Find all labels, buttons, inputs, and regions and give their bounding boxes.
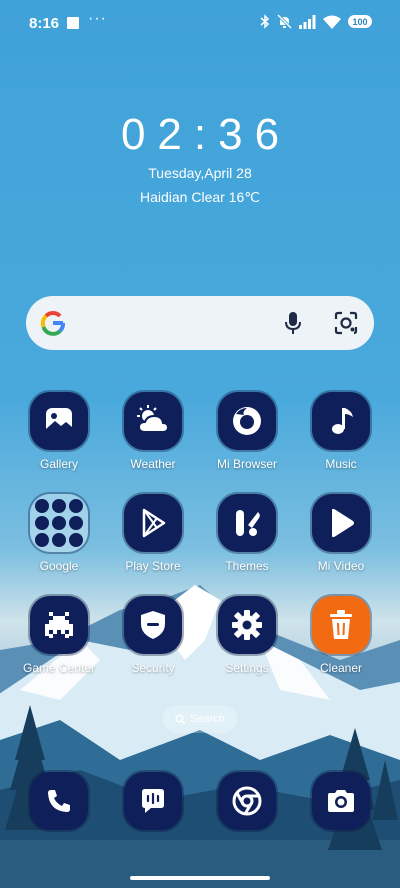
dock-phone[interactable] — [12, 772, 106, 830]
clock-date[interactable]: Tuesday,April 28 — [0, 165, 400, 181]
dock-camera[interactable] — [294, 772, 388, 830]
app-label: Music — [325, 457, 357, 471]
app-game-center[interactable]: Game Center — [12, 596, 106, 675]
app-label: Google — [39, 559, 79, 573]
status-time: 8:16 — [29, 15, 60, 32]
folder-icon — [30, 494, 88, 552]
app-security[interactable]: Security — [106, 596, 200, 675]
notification-icon — [67, 17, 79, 29]
play-store-icon — [124, 494, 182, 552]
music-icon — [312, 392, 370, 450]
dock-chrome[interactable] — [200, 772, 294, 830]
wifi-icon — [323, 15, 341, 29]
app-gallery[interactable]: Gallery — [12, 392, 106, 471]
dock-messages[interactable] — [106, 772, 200, 830]
clock-time[interactable]: 02:36 — [0, 110, 400, 160]
app-label: Settings — [225, 661, 269, 675]
video-icon — [312, 494, 370, 552]
app-settings[interactable]: Settings — [200, 596, 294, 675]
chrome-icon — [218, 772, 276, 830]
game-icon — [30, 596, 88, 654]
app-cleaner[interactable]: Cleaner — [294, 596, 388, 675]
app-label: Cleaner — [319, 661, 363, 675]
app-music[interactable]: Music — [294, 392, 388, 471]
phone-icon — [30, 772, 88, 830]
themes-icon — [218, 494, 276, 552]
security-icon — [124, 596, 182, 654]
bluetooth-icon — [260, 14, 270, 29]
battery-icon: 100 — [348, 15, 372, 28]
settings-icon — [218, 596, 276, 654]
browser-icon — [218, 392, 276, 450]
messages-icon — [124, 772, 182, 830]
more-notifications-icon: ··· — [88, 10, 107, 27]
home-search-label: Search — [190, 713, 225, 725]
app-play-store[interactable]: Play Store — [106, 494, 200, 573]
google-icon — [40, 311, 65, 336]
app-label: Security — [131, 661, 175, 675]
app-label: Mi Video — [317, 559, 365, 573]
signal-icon — [299, 14, 316, 29]
app-themes[interactable]: Themes — [200, 494, 294, 573]
gallery-icon — [30, 392, 88, 450]
app-weather[interactable]: Weather — [106, 392, 200, 471]
app-google-folder[interactable]: Google — [12, 494, 106, 573]
cleaner-icon — [312, 596, 370, 654]
home-search-button[interactable]: Search — [163, 705, 237, 733]
app-label: Weather — [130, 457, 176, 471]
app-label: Mi Browser — [216, 457, 277, 471]
app-mi-video[interactable]: Mi Video — [294, 494, 388, 573]
weather-summary[interactable]: Haidian Clear 16℃ — [0, 189, 400, 206]
app-label: Gallery — [39, 457, 78, 471]
app-label: Play Store — [125, 559, 181, 573]
app-mi-browser[interactable]: Mi Browser — [200, 392, 294, 471]
google-search-bar[interactable] — [26, 296, 374, 350]
mute-icon — [277, 14, 292, 29]
mic-icon[interactable] — [281, 310, 305, 336]
status-bar: 8:16 ··· 100 — [0, 0, 400, 48]
search-icon — [175, 714, 186, 724]
camera-icon — [312, 772, 370, 830]
gesture-bar[interactable] — [130, 876, 270, 880]
lens-icon[interactable] — [333, 310, 359, 336]
app-label: Game Center — [22, 661, 96, 675]
weather-icon — [124, 392, 182, 450]
app-label: Themes — [225, 559, 269, 573]
